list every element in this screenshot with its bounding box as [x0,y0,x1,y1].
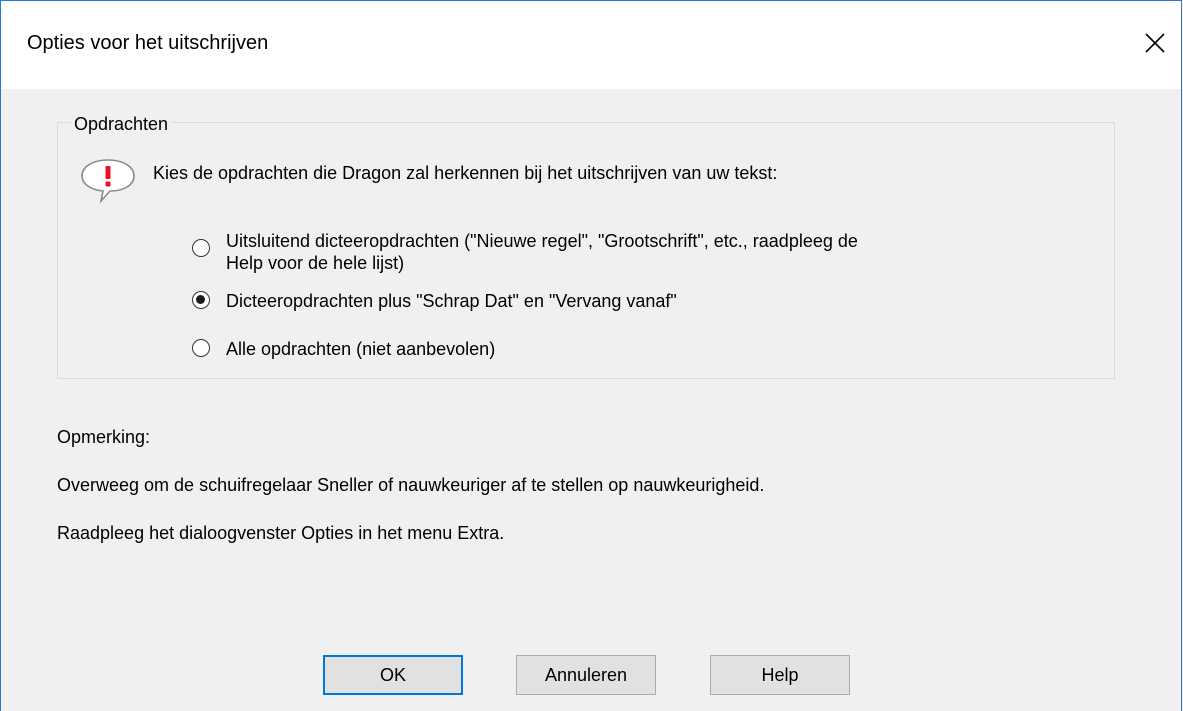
groupbox-legend: Opdrachten [71,114,172,135]
radio-button-icon[interactable] [192,239,210,257]
close-button[interactable] [1135,21,1175,65]
help-button[interactable]: Help [710,655,850,695]
radio-button-icon[interactable] [192,339,210,357]
note-line-2: Raadpleeg het dialoogvenster Opties in h… [57,523,505,543]
title-bar: Opties voor het uitschrijven [1,1,1181,89]
radio-button-selected-icon[interactable] [192,291,210,309]
dialog-title: Opties voor het uitschrijven [27,32,269,54]
dialog-window: Opties voor het uitschrijven Opdrachten … [0,0,1182,711]
note-heading: Opmerking: [57,427,151,447]
radio-label: Alle opdrachten (niet aanbevolen) [226,339,496,359]
group-prompt: Kies de opdrachten die Dragon zal herken… [153,163,778,183]
radio-label: Dicteeropdrachten plus "Schrap Dat" en "… [226,291,677,311]
radio-label-continued: Help voor de hele lijst) [226,253,405,273]
note-line-1: Overweeg om de schuifregelaar Sneller of… [57,475,765,495]
cancel-button[interactable]: Annuleren [516,655,656,695]
ok-button[interactable]: OK [323,655,463,695]
close-icon [1145,33,1165,53]
info-balloon-icon [79,157,137,210]
radio-label: Uitsluitend dicteeropdrachten ("Nieuwe r… [226,231,858,251]
